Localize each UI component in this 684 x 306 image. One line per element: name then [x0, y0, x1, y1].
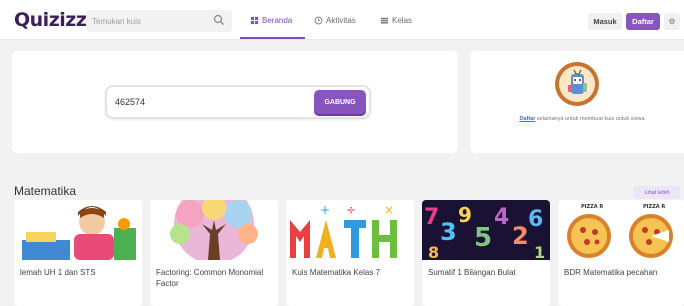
svg-text:2: 2	[512, 222, 529, 250]
signup-link[interactable]: Daftar	[519, 116, 535, 122]
svg-text:7: 7	[424, 205, 439, 230]
top-bar: Quizizz Beranda Aktivitas Kelas Masuk Da…	[0, 0, 684, 40]
class-icon	[380, 17, 389, 24]
search-box[interactable]	[86, 10, 232, 32]
nav-home[interactable]: Beranda	[250, 13, 292, 27]
join-card: GABUNG	[12, 51, 458, 153]
signup-promo-card: Daftar selamanya untuk membuat kuis untu…	[470, 51, 684, 153]
quiz-thumbnail: PIZZA R PIZZA R	[559, 200, 684, 260]
signup-button[interactable]: Daftar	[626, 13, 660, 30]
quiz-title: lemah UH 1 dan STS	[20, 268, 96, 277]
search-icon[interactable]	[213, 14, 225, 26]
svg-text:÷: ÷	[346, 203, 356, 217]
nav-class[interactable]: Kelas	[380, 13, 412, 27]
settings-menu-button[interactable]: ⚙	[664, 13, 680, 30]
mascot-icon	[555, 62, 599, 106]
quiz-thumbnail	[150, 200, 278, 260]
section-title: Matematika	[14, 184, 77, 198]
quiz-card[interactable]: 7 3 9 5 4 2 6 8 1 Sumatif 1 Bilangan Bul…	[422, 200, 550, 306]
nav-home-label: Beranda	[262, 15, 293, 25]
promo-description: selamanya untuk membuat kuis untuk siswa	[536, 116, 645, 122]
svg-text:5: 5	[474, 223, 492, 253]
quiz-card[interactable]: lemah UH 1 dan STS	[14, 200, 142, 306]
settings-icon: ⚙	[668, 17, 676, 26]
svg-text:1: 1	[534, 243, 545, 260]
quiz-thumbnail	[14, 200, 142, 260]
nav-activity[interactable]: Aktivitas	[314, 13, 356, 27]
quiz-title: Kuis Matematika Kelas 7	[292, 268, 381, 277]
svg-text:+: +	[320, 203, 330, 217]
quiz-title: Sumatif 1 Bilangan Bulat	[428, 268, 516, 277]
home-icon	[250, 16, 259, 24]
quiz-card[interactable]: PIZZA R PIZZA R BDR Matematika pecahan	[558, 200, 684, 306]
search-input[interactable]	[92, 13, 202, 29]
nav-activity-label: Aktivitas	[326, 15, 356, 25]
nav-class-label: Kelas	[392, 15, 413, 25]
quiz-thumbnail: + ÷ ×	[286, 200, 414, 260]
quizizz-logo[interactable]: Quizizz	[14, 9, 87, 31]
quiz-title: BDR Matematika pecahan	[564, 268, 658, 277]
svg-text:×: ×	[384, 203, 394, 217]
quiz-card[interactable]: Factoring: Common Monomial Factor	[150, 200, 278, 306]
quiz-card[interactable]: + ÷ × Kuis Matematika Kelas 7	[286, 200, 414, 306]
join-button[interactable]: GABUNG	[314, 90, 366, 114]
pizza-label: PIZZA R	[581, 204, 603, 210]
svg-text:8: 8	[428, 243, 439, 260]
pizza-label: PIZZA R	[643, 204, 665, 210]
see-more-button[interactable]: Lihat lebih	[634, 186, 680, 199]
login-button[interactable]: Masuk	[588, 13, 622, 30]
nav-active-indicator	[240, 37, 305, 39]
clock-icon	[314, 16, 323, 24]
svg-text:9: 9	[458, 203, 472, 227]
svg-text:3: 3	[440, 218, 457, 246]
game-code-input[interactable]	[115, 94, 295, 110]
quiz-title: Factoring: Common Monomial Factor	[156, 268, 264, 288]
promo-text: Daftar selamanya untuk membuat kuis untu…	[482, 115, 682, 123]
svg-text:6: 6	[528, 207, 543, 232]
quiz-thumbnail: 7 3 9 5 4 2 6 8 1	[422, 200, 550, 260]
svg-text:4: 4	[494, 205, 509, 230]
game-code-box: GABUNG	[105, 85, 371, 119]
